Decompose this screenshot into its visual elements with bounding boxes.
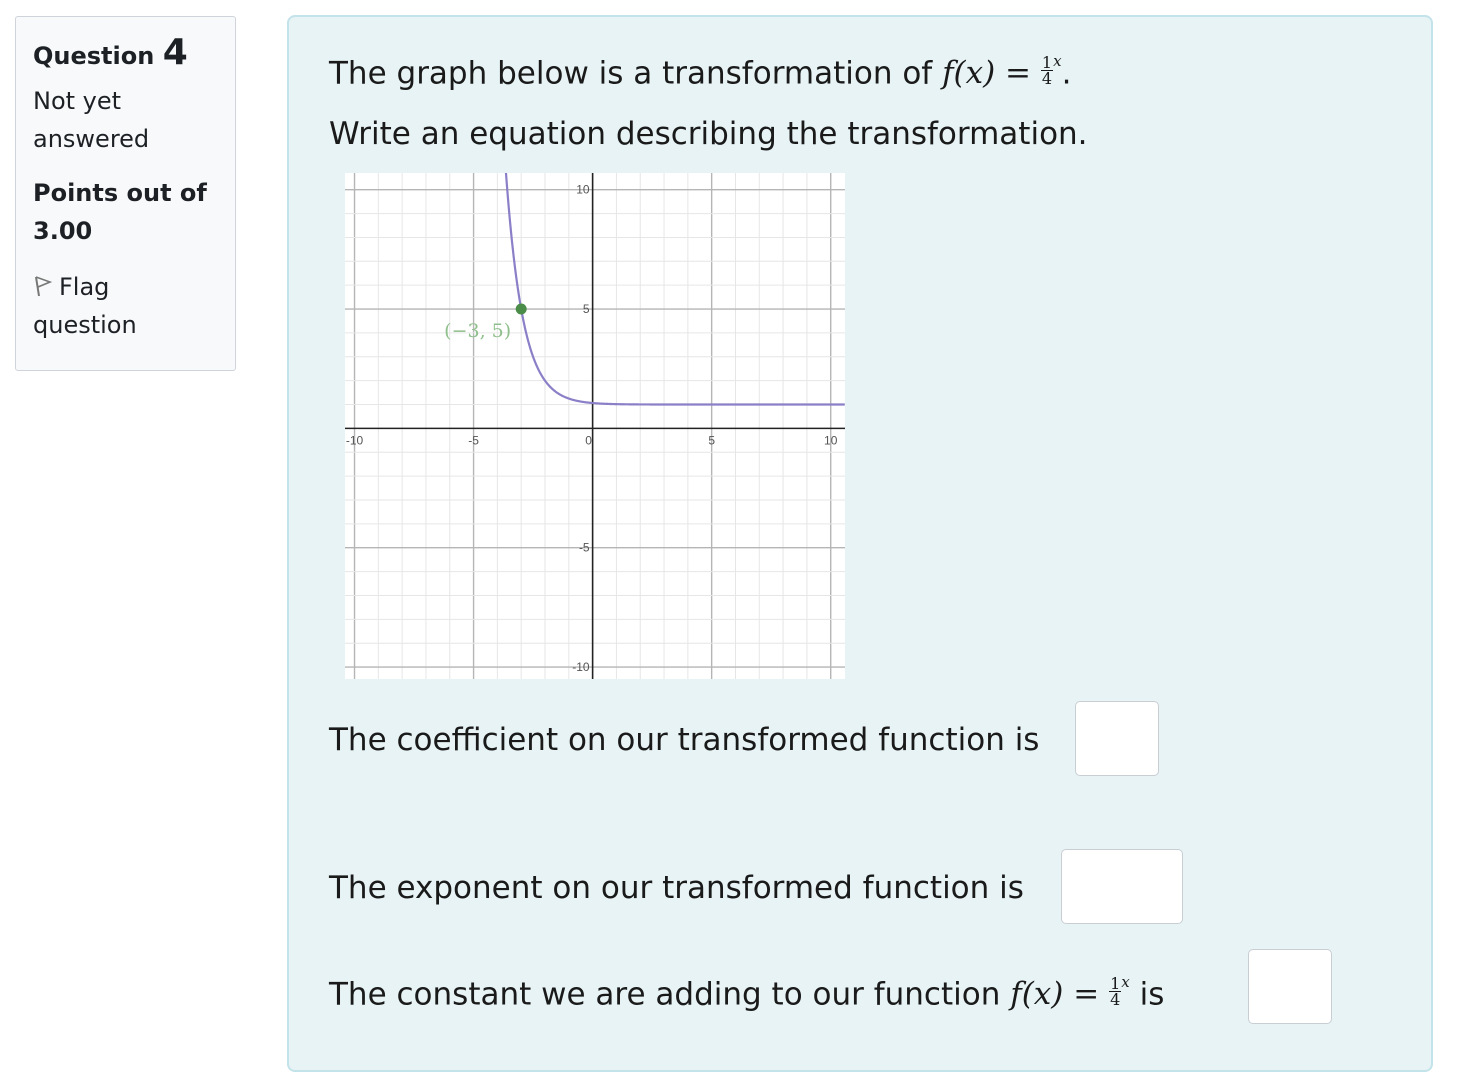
question-number: 4: [162, 32, 188, 73]
y-tick-label: 10: [576, 183, 590, 197]
x-tick-label: 10: [824, 433, 838, 447]
coefficient-input[interactable]: [1076, 702, 1158, 775]
point-label: (−3, 5): [444, 320, 511, 342]
exponent-2: x: [1121, 973, 1130, 991]
function-graph: -10 -5 0 5 10 -10 -5 5 10 (−3, 5): [345, 173, 845, 679]
series-curve: [504, 173, 845, 406]
y-tick-label: -10: [572, 660, 590, 674]
exponent-answer-box[interactable]: [1061, 849, 1183, 924]
question-content: The graph below is a transformation of f…: [287, 15, 1433, 1072]
constant-answer-box[interactable]: [1248, 949, 1332, 1024]
question-state: Not yet answered: [33, 87, 150, 153]
intro-period: .: [1061, 55, 1072, 92]
question-intro: The graph below is a transformation of f…: [329, 47, 1071, 93]
y-tick-label: 5: [583, 302, 590, 316]
question-info-panel: Question 4 Not yet answered Points out o…: [15, 16, 236, 371]
flag-outline-icon: [35, 276, 53, 297]
exponent-input[interactable]: [1062, 850, 1182, 923]
prompt-constant-text: The constant we are adding to our functi…: [329, 976, 1001, 1013]
prompt-coefficient: The coefficient on our transformed funct…: [329, 722, 1040, 758]
question-number-heading: Question 4: [33, 33, 218, 76]
x-tick-label: 0: [585, 433, 592, 447]
question-instruction: Write an equation describing the transfo…: [329, 116, 1088, 152]
exponent: x: [1053, 52, 1062, 70]
x-tick-label: -5: [468, 433, 479, 447]
x-tick-label: -10: [346, 433, 364, 447]
question-label: Question: [33, 42, 155, 70]
question-grade: Points out of 3.00: [33, 179, 207, 245]
constant-function-expression: f(x) = 14x: [1010, 973, 1130, 1013]
x-tick-label: 5: [708, 433, 715, 447]
fraction-denominator: 4: [1041, 69, 1053, 89]
function-base-2: f(x) =: [1010, 976, 1100, 1013]
y-tick-label: -5: [579, 541, 590, 555]
prompt-constant-suffix: is: [1139, 976, 1165, 1013]
highlight-point: [515, 303, 527, 315]
fraction: 14: [1040, 55, 1054, 89]
prompt-constant: The constant we are adding to our functi…: [329, 968, 1164, 1014]
prompt-exponent: The exponent on our transformed function…: [329, 870, 1024, 906]
fraction-2: 14: [1109, 976, 1122, 1010]
function-base: f(x) =: [942, 55, 1032, 92]
flag-question-link[interactable]: Flag question: [33, 268, 218, 344]
coefficient-answer-box[interactable]: [1075, 701, 1159, 776]
fraction-denominator-2: 4: [1110, 990, 1121, 1010]
constant-input[interactable]: [1249, 950, 1331, 1023]
function-expression: f(x) = 14x: [942, 52, 1062, 92]
intro-text: The graph below is a transformation of: [329, 55, 933, 92]
